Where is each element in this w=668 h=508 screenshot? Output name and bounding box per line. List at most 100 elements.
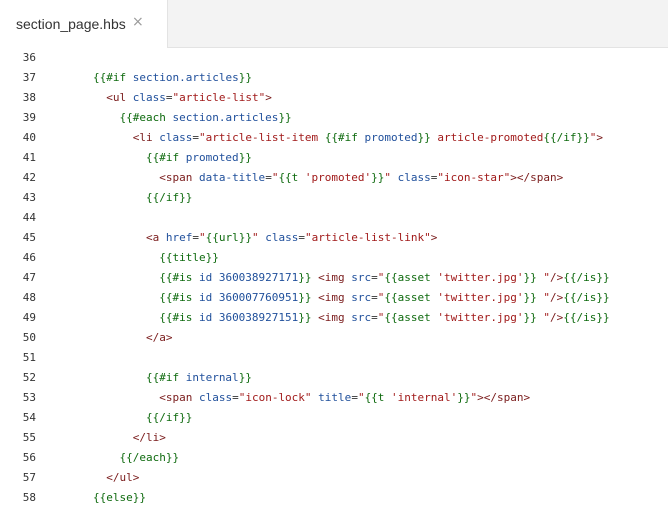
code-token: id 360038927171 [192,271,299,284]
code-token: = [371,291,378,304]
code-token: = [371,311,378,324]
code-token: section.articles [126,71,239,84]
code-token: class [192,391,233,404]
line-number: 40 [22,131,36,144]
code-text: <ul class="article-list"> [40,88,272,108]
code-token: = [351,391,358,404]
code-token: data-title [192,171,266,184]
code-token: }} [523,311,537,324]
code-token: <img [311,271,345,284]
code-token: }} [417,131,431,144]
tab-section-page[interactable]: section_page.hbs × [0,0,168,48]
line-number: 53 [22,391,36,404]
code-token: = [265,171,272,184]
code-token: > [265,91,272,104]
code-token: 'twitter.jpg' [430,291,524,304]
code-token: "article-list" [172,91,266,104]
line-number: 58 [22,491,36,504]
code-token: {{/each}} [92,451,180,464]
tab-label: section_page.hbs [16,16,126,32]
line-number: 48 [22,291,36,304]
code-token: id 360007760951 [192,291,299,304]
line-number: 38 [22,91,36,104]
code-token: {{/is}} [563,291,610,304]
code-text: <span class="icon-lock" title="{{t 'inte… [40,388,530,408]
code-token: {{url}} [205,231,252,244]
code-text: </li> [40,428,166,448]
code-token: {{#if [92,151,180,164]
code-token: {{#if [92,371,180,384]
code-line: 41 {{#if promoted}} [0,148,252,168]
code-token: title [311,391,352,404]
code-token: " [536,271,550,284]
tab-bar: section_page.hbs × [0,0,668,48]
code-token: }} [298,291,312,304]
code-token: id 360038927151 [192,311,299,324]
code-line: 42 <span data-title="{{t 'promoted'}}" c… [0,168,564,188]
code-token: "article-list-link" [304,231,431,244]
code-token: <li [92,131,153,144]
code-text: {{#is id 360007760951}} <img src= " {{asse… [40,288,610,308]
code-text: {{/if}} [40,188,192,208]
code-editor[interactable]: 36 37 {{#if section.articles}} 38 <ul clas… [0,48,668,507]
code-line: 43 {{/if}} [0,188,193,208]
code-line: 57 </ul> [0,468,140,488]
code-text: {{#if internal}} [40,368,252,388]
code-token: ></span> [477,391,531,404]
code-token: class [152,131,193,144]
code-token: 'internal' [384,391,458,404]
code-token: {{#is [92,271,193,284]
code-token: " [198,231,206,244]
code-line: 55 </li> [0,428,166,448]
code-token: internal [179,371,239,384]
line-number: 47 [22,271,36,284]
code-token: {{asset [384,271,431,284]
code-token: }} [298,271,312,284]
code-token: = [232,391,239,404]
code-line: 51 [0,348,40,368]
code-text: {{#is id 360038927171}} <img src= " {{asse… [40,268,610,288]
code-token: promoted [357,131,418,144]
code-line: 46 {{title}} [0,248,219,268]
code-token: " [536,311,550,324]
code-token: class [391,171,431,184]
line-number: 43 [22,191,36,204]
line-number: 44 [22,211,36,224]
line-number: 42 [22,171,36,184]
code-token: <span [92,391,193,404]
code-line: 40 <li class="article-list-item {{#if pr… [0,128,603,148]
code-token: <a [92,231,160,244]
code-token: 'promoted' [298,171,372,184]
code-text: </ul> [40,468,139,488]
code-token: " [536,291,550,304]
code-line: 48 {{#is id 360007760951}} <img src= " {{a… [0,288,610,308]
code-token: > [596,131,603,144]
code-token: <img [311,311,345,324]
line-number: 56 [22,451,36,464]
code-token: src [344,311,372,324]
code-token: article-promoted [430,131,544,144]
code-line: 36 [0,48,40,68]
code-token: class [258,231,299,244]
code-token: {{t [278,171,299,184]
code-line: 53 <span class="icon-lock" title="{{t 'i… [0,388,530,408]
code-token: /> [550,291,564,304]
code-token: " [357,391,365,404]
code-token: "icon-star" [437,171,511,184]
code-token: = [192,131,199,144]
code-token: }} [457,391,471,404]
line-number: 39 [22,111,36,124]
code-token: }} [238,371,252,384]
line-number: 50 [22,331,36,344]
code-token: <img [311,291,345,304]
code-token: promoted [179,151,239,164]
close-icon[interactable]: × [132,14,144,30]
code-token: <span [92,171,193,184]
code-token: {{/is}} [563,271,610,284]
code-token: {{#if [92,71,127,84]
code-token: 'twitter.jpg' [430,271,524,284]
code-line: 58 {{else}} [0,488,146,508]
code-text: {{else}} [40,488,146,508]
code-text: {{/each}} [40,448,179,468]
code-line: 44 [0,208,40,228]
